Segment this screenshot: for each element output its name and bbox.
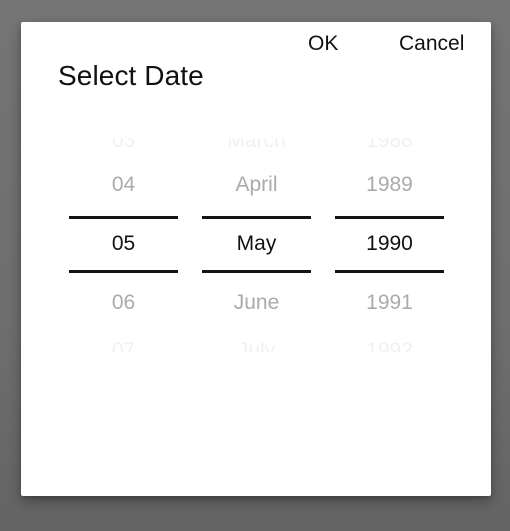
date-picker-dialog: Select Date 03 04 05 06 07 March April M… (21, 22, 491, 496)
dialog-title: Select Date (58, 60, 204, 91)
day-option-next[interactable]: 06 (69, 290, 178, 316)
month-wheel[interactable]: March April May June July (202, 122, 311, 362)
year-option-next[interactable]: 1991 (335, 290, 444, 316)
year-option-selected[interactable]: 1990 (335, 231, 444, 257)
month-option-selected[interactable]: May (202, 231, 311, 257)
month-option-next[interactable]: June (202, 290, 311, 316)
day-option-far-prev: 03 (111, 129, 136, 152)
day-option-prev[interactable]: 04 (69, 172, 178, 198)
year-selection-divider-top (335, 216, 444, 219)
ok-button[interactable]: OK (308, 22, 338, 66)
day-selection-divider-top (69, 216, 178, 219)
year-selection-divider-bottom (335, 270, 444, 273)
year-option-far-prev: 1988 (366, 129, 413, 152)
day-wheel[interactable]: 03 04 05 06 07 (69, 122, 178, 362)
month-selection-divider-bottom (202, 270, 311, 273)
date-picker-wheels: 03 04 05 06 07 March April May June July… (21, 122, 491, 362)
cancel-button[interactable]: Cancel (399, 22, 464, 66)
month-option-far-prev: March (227, 129, 286, 152)
year-wheel[interactable]: 1988 1989 1990 1991 1992 (335, 122, 444, 362)
year-option-far-next: 1992 (366, 339, 413, 362)
month-selection-divider-top (202, 216, 311, 219)
day-selection-divider-bottom (69, 270, 178, 273)
year-option-prev[interactable]: 1989 (335, 172, 444, 198)
month-option-prev[interactable]: April (202, 172, 311, 198)
day-option-far-next: 07 (111, 339, 136, 362)
month-option-far-next: July (237, 339, 276, 362)
day-option-selected[interactable]: 05 (69, 231, 178, 257)
